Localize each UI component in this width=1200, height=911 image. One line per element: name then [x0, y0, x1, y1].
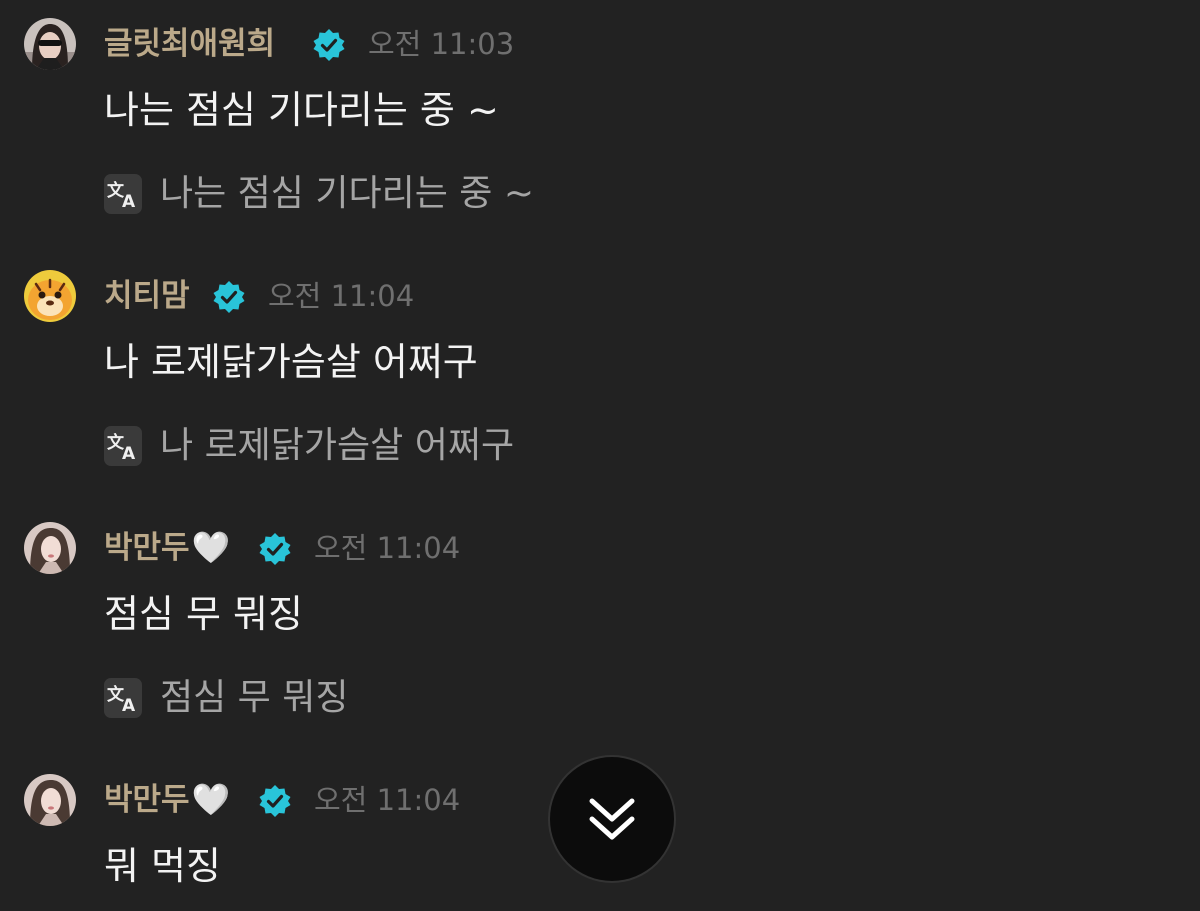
chat-message: 치티맘 오전 11:04 나 로제닭가슴살 어쩌구 文 A 나 로제닭가슴살 어…	[0, 252, 1200, 502]
translated-text: 나는 점심 기다리는 중 ~	[160, 173, 535, 214]
chat-feed[interactable]: 글릿최애원희 오전 11:03 나는 점심 기다리는 중 ~ 文 A 나는 점심…	[0, 0, 1200, 911]
message-timestamp: 오전 11:04	[314, 783, 461, 817]
verified-badge-icon	[258, 784, 292, 818]
avatar[interactable]	[24, 522, 76, 574]
svg-text:A: A	[122, 696, 136, 716]
translate-icon: 文 A	[104, 426, 142, 466]
avatar[interactable]	[24, 774, 76, 826]
verified-badge-icon	[258, 532, 292, 566]
svg-text:A: A	[122, 444, 136, 464]
message-timestamp: 오전 11:04	[268, 279, 415, 313]
author-name[interactable]: 박만두🤍	[104, 776, 230, 824]
double-chevron-down-icon	[589, 798, 635, 840]
translate-icon: 文 A	[104, 174, 142, 214]
message-timestamp: 오전 11:04	[314, 531, 461, 565]
author-name[interactable]: 글릿최애원희	[104, 20, 277, 68]
verified-badge-icon	[212, 280, 246, 314]
message-text: 뭐 먹징	[104, 844, 221, 888]
message-text: 나 로제닭가슴살 어쩌구	[104, 340, 478, 384]
message-timestamp: 오전 11:03	[368, 27, 515, 61]
chat-message: 글릿최애원희 오전 11:03 나는 점심 기다리는 중 ~ 文 A 나는 점심…	[0, 0, 1200, 250]
translated-text: 점심 무 뭐징	[160, 677, 349, 718]
message-text: 나는 점심 기다리는 중 ~	[104, 88, 499, 132]
author-name[interactable]: 치티맘	[104, 272, 192, 320]
chat-message: 박만두🤍 오전 11:04 점심 무 뭐징 文 A 점심 무 뭐징	[0, 504, 1200, 754]
translate-icon: 文 A	[104, 678, 142, 718]
scroll-to-bottom-button[interactable]	[550, 757, 674, 881]
avatar[interactable]	[24, 18, 76, 70]
translated-text: 나 로제닭가슴살 어쩌구	[160, 425, 515, 466]
svg-text:A: A	[122, 192, 136, 212]
verified-badge-icon	[312, 28, 346, 62]
message-text: 점심 무 뭐징	[104, 592, 303, 636]
author-name[interactable]: 박만두🤍	[104, 524, 230, 572]
avatar[interactable]	[24, 270, 76, 322]
